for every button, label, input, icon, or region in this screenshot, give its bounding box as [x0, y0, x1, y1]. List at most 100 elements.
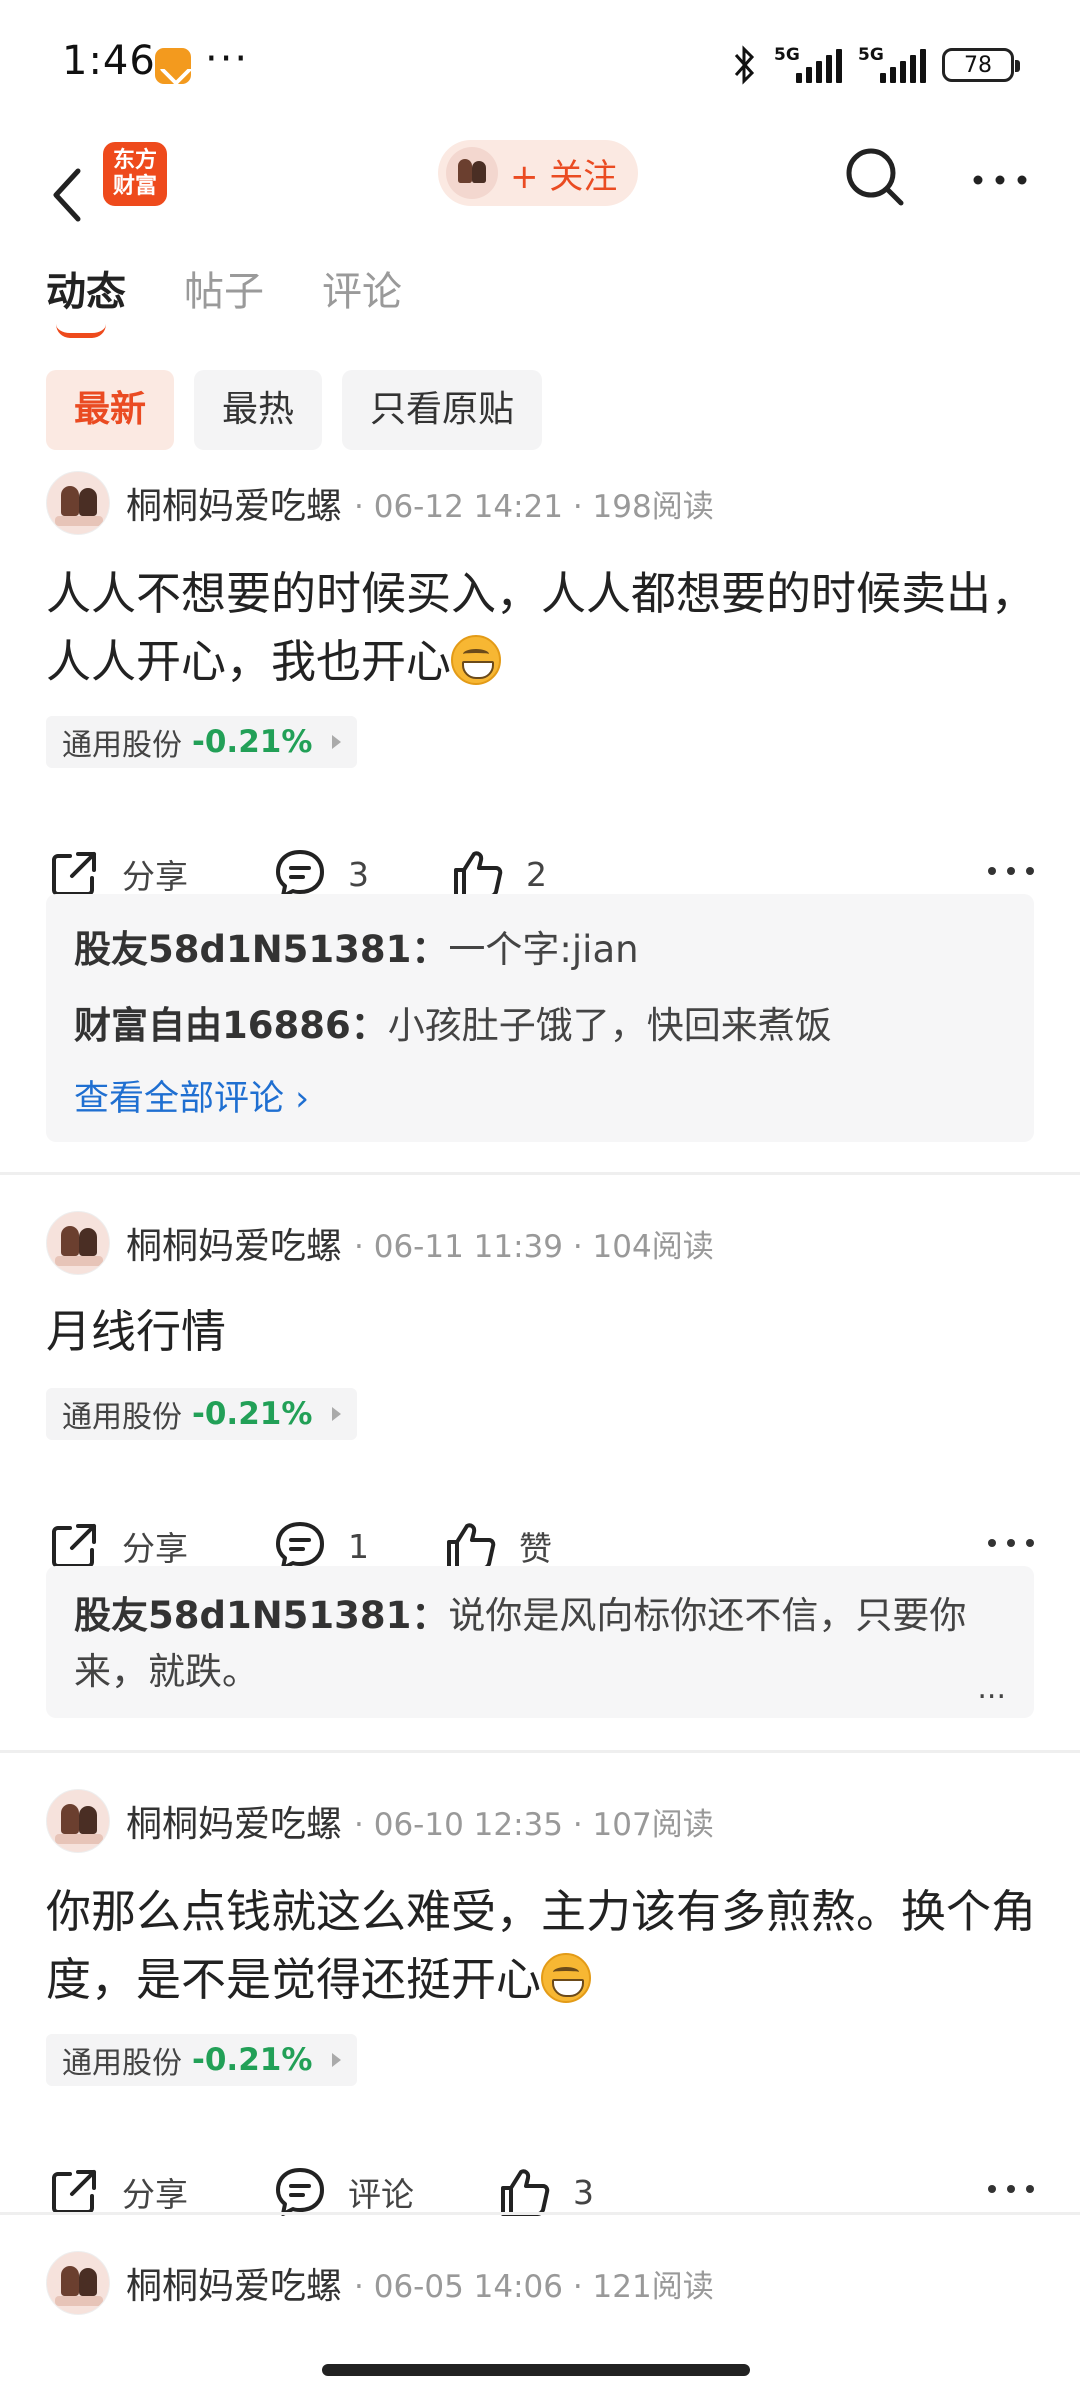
tab-posts[interactable]: 帖子	[184, 262, 264, 322]
comment-item: 股友58d1N51381：说你是风向标你还不信，只要你来，就跌。	[74, 1588, 974, 1700]
comment-item: 财富自由16886：小孩肚子饿了，快回来煮饭	[74, 988, 1006, 1064]
filter-latest[interactable]: 最新	[46, 370, 175, 450]
tab-label: 动态	[46, 269, 126, 315]
post-meta: · 06-05 14:06 · 121阅读	[354, 2268, 714, 2305]
profile-tabs: 动态 帖子 评论	[46, 262, 402, 342]
post-meta: · 06-11 11:39 · 104阅读	[354, 1228, 714, 1265]
signal-icon-2: 5G	[858, 45, 928, 85]
comment-item: 股友58d1N51381：一个字:jian	[74, 912, 1006, 988]
top-nav-bar: 东方 财富 + 关注	[0, 130, 1080, 260]
avatar[interactable]	[46, 2251, 110, 2315]
more-notifications-icon: ···	[205, 36, 250, 82]
username[interactable]: 桐桐妈爱吃螺	[126, 2257, 342, 2309]
comment-text: 一个字:jian	[448, 928, 639, 971]
avatar	[446, 147, 498, 199]
divider	[0, 1172, 1080, 1175]
comment-user[interactable]: 财富自由16886：	[74, 1004, 388, 1047]
avatar[interactable]	[46, 1789, 110, 1853]
comment-preview[interactable]: 股友58d1N51381：一个字:jian 财富自由16886：小孩肚子饿了，快…	[46, 894, 1034, 1142]
more-options-icon[interactable]	[986, 864, 1036, 878]
post-content[interactable]: 你那么点钱就这么难受，主力该有多煎熬。换个角度，是不是觉得还挺开心	[46, 1878, 1036, 2014]
filter-chips: 最新 最热 只看原贴	[46, 370, 543, 450]
tab-active-indicator	[56, 324, 106, 338]
like-count: 3	[573, 2172, 594, 2212]
username[interactable]: 桐桐妈爱吃螺	[126, 477, 342, 529]
stock-change: -0.21%	[192, 724, 313, 760]
post-item[interactable]: 桐桐妈爱吃螺 · 06-12 14:21 · 198阅读 人人不想要的时候买入，…	[0, 470, 1080, 1170]
comment-count: 1	[348, 1526, 369, 1566]
comment-label: 评论	[348, 2175, 414, 2214]
post-meta: · 06-12 14:21 · 198阅读	[354, 488, 714, 525]
stock-tag[interactable]: 通用股份 -0.21%	[46, 2034, 358, 2086]
like-label: 赞	[519, 1529, 552, 1568]
filter-original-only[interactable]: 只看原贴	[342, 370, 543, 450]
stock-tag[interactable]: 通用股份 -0.21%	[46, 1388, 358, 1440]
post-content[interactable]: 月线行情	[46, 1298, 1036, 1366]
more-options-icon[interactable]	[986, 2182, 1036, 2196]
stock-tag[interactable]: 通用股份 -0.21%	[46, 716, 358, 768]
search-icon[interactable]	[843, 145, 907, 209]
tab-dynamic[interactable]: 动态	[46, 262, 126, 338]
post-content[interactable]: 人人不想要的时候买入，人人都想要的时候卖出，人人开心，我也开心	[46, 560, 1036, 696]
post-header: 桐桐妈爱吃螺 · 06-12 14:21 · 198阅读	[46, 470, 714, 536]
comment-button[interactable]: 评论	[272, 2152, 414, 2232]
battery-icon: 78	[942, 48, 1020, 82]
comment-preview[interactable]: 股友58d1N51381：说你是风向标你还不信，只要你来，就跌。 ...	[46, 1566, 1034, 1718]
more-options-icon[interactable]	[986, 1536, 1036, 1550]
follow-label: + 关注	[510, 156, 618, 197]
eastmoney-logo: 东方 财富	[103, 142, 167, 206]
stock-name: 通用股份	[62, 728, 182, 763]
logo-text-line2: 财富	[112, 174, 157, 199]
app-notification-icon	[155, 48, 191, 84]
stock-name: 通用股份	[62, 1400, 182, 1435]
avatar[interactable]	[46, 471, 110, 535]
stock-change: -0.21%	[192, 1396, 313, 1432]
post-header: 桐桐妈爱吃螺 · 06-10 12:35 · 107阅读	[46, 1788, 714, 1854]
divider	[0, 1750, 1080, 1753]
stock-change: -0.21%	[192, 2042, 313, 2078]
comment-count: 3	[348, 854, 369, 894]
grin-emoji-icon	[451, 635, 502, 685]
logo-text-line1: 东方	[112, 148, 157, 173]
tab-label: 评论	[322, 269, 402, 315]
stock-name: 通用股份	[62, 2046, 182, 2081]
post-actions: 分享 评论 3	[0, 2152, 1080, 2232]
like-count: 2	[526, 854, 547, 894]
username[interactable]: 桐桐妈爱吃螺	[126, 1217, 342, 1269]
post-meta: · 06-10 12:35 · 107阅读	[354, 1806, 714, 1843]
status-bar: 1:46 ··· 5G 5G 78	[0, 0, 1080, 130]
follow-button[interactable]: + 关注	[438, 140, 638, 206]
filter-hottest[interactable]: 最热	[194, 370, 323, 450]
share-button[interactable]: 分享	[46, 2152, 188, 2232]
post-text: 你那么点钱就这么难受，主力该有多煎熬。换个角度，是不是觉得还挺开心	[46, 1885, 1037, 2006]
post-item[interactable]: 桐桐妈爱吃螺 · 06-11 11:39 · 104阅读 月线行情 通用股份 -…	[0, 1210, 1080, 1740]
play-arrow-icon	[332, 735, 342, 749]
tab-comments[interactable]: 评论	[322, 262, 402, 322]
post-item[interactable]: 桐桐妈爱吃螺 · 06-10 12:35 · 107阅读 你那么点钱就这么难受，…	[0, 1788, 1080, 2216]
avatar[interactable]	[46, 1211, 110, 1275]
comment-user[interactable]: 股友58d1N51381：	[74, 928, 448, 971]
post-item[interactable]: 桐桐妈爱吃螺 · 06-05 14:06 · 121阅读	[0, 2250, 1080, 2360]
signal-icon-1: 5G	[774, 45, 844, 85]
share-label: 分享	[122, 857, 188, 896]
home-indicator[interactable]	[322, 2364, 750, 2376]
status-time: 1:46	[62, 38, 156, 84]
more-options-icon[interactable]	[970, 160, 1030, 200]
back-arrow-icon[interactable]	[40, 155, 100, 235]
grin-emoji-icon	[541, 1953, 592, 2003]
share-label: 分享	[122, 1529, 188, 1568]
post-header: 桐桐妈爱吃螺 · 06-05 14:06 · 121阅读	[46, 2250, 714, 2316]
share-label: 分享	[122, 2175, 188, 2214]
comment-text: 小孩肚子饿了，快回来煮饭	[387, 1004, 832, 1047]
username[interactable]: 桐桐妈爱吃螺	[126, 1795, 342, 1847]
comment-ellipsis: ...	[977, 1671, 1006, 1706]
tab-label: 帖子	[184, 269, 264, 315]
play-arrow-icon	[332, 2053, 342, 2067]
view-all-comments-link[interactable]: 查看全部评论 ›	[74, 1064, 1006, 1134]
post-text: 人人不想要的时候买入，人人都想要的时候卖出，人人开心，我也开心	[46, 567, 1037, 688]
like-button[interactable]: 3	[497, 2152, 594, 2232]
post-text: 月线行情	[46, 1305, 227, 1358]
post-header: 桐桐妈爱吃螺 · 06-11 11:39 · 104阅读	[46, 1210, 714, 1276]
status-right-group: 5G 5G 78	[730, 44, 1020, 86]
comment-user[interactable]: 股友58d1N51381：	[74, 1594, 448, 1637]
